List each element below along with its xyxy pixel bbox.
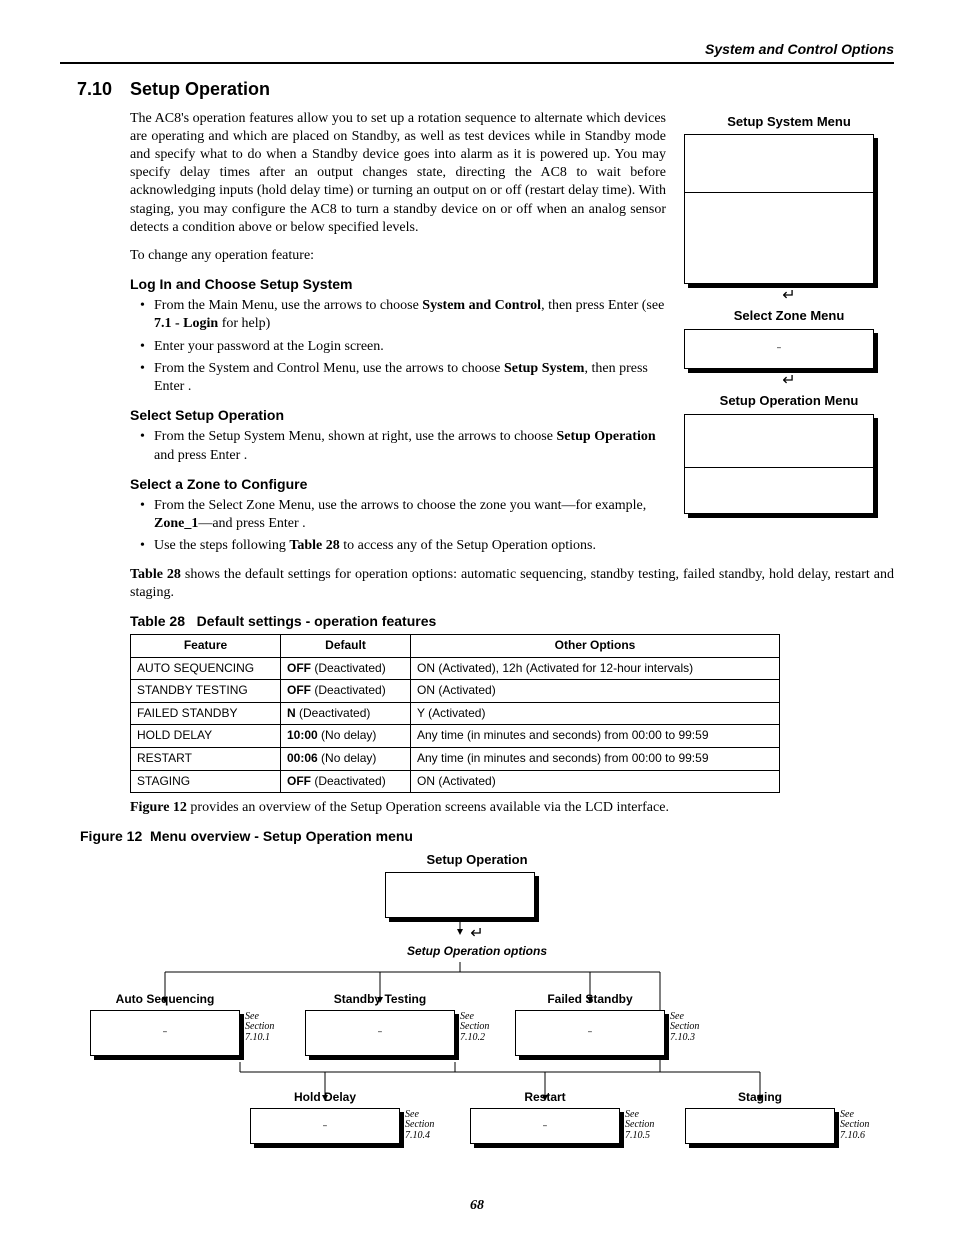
page-number: 68 <box>0 1197 954 1215</box>
th-default: Default <box>281 635 411 658</box>
table-row: STANDBY TESTINGOFF (Deactivated)ON (Acti… <box>131 680 780 703</box>
section-ref: See Section 7.10.5 <box>625 1110 663 1142</box>
flow-box <box>685 1108 835 1144</box>
flow-box: – <box>90 1010 240 1056</box>
select-zone-menu-box: – <box>684 329 874 369</box>
flow-top-box <box>385 872 535 918</box>
setup-system-menu-box <box>684 134 874 284</box>
bullet: From the System and Control Menu, use th… <box>130 360 666 396</box>
bullets-select-setup-op: From the Setup System Menu, shown at rig… <box>130 428 666 464</box>
enter-icon: ↵ <box>684 373 894 389</box>
table-row: AUTO SEQUENCINGOFF (Deactivated)ON (Acti… <box>131 657 780 680</box>
subhead-select-setup-op: Select Setup Operation <box>130 406 666 424</box>
branch-title: Hold Delay <box>250 1090 400 1106</box>
branch-title: Staging <box>685 1090 835 1106</box>
bullets-select-zone: From the Select Zone Menu, use the arrow… <box>130 497 666 556</box>
flow-box: – <box>250 1108 400 1144</box>
change-any-paragraph: To change any operation feature: <box>130 247 666 265</box>
section-ref: See Section 7.10.4 <box>405 1110 443 1142</box>
section-heading: 7.10 Setup Operation <box>60 78 894 101</box>
flow-box: – <box>470 1108 620 1144</box>
table28: Feature Default Other Options AUTO SEQUE… <box>130 634 780 793</box>
enter-icon: ↵ <box>60 924 894 945</box>
table-row: HOLD DELAY10:00 (No delay)Any time (in m… <box>131 725 780 748</box>
setup-system-menu-title: Setup System Menu <box>684 114 894 131</box>
setup-operation-menu-box <box>684 414 874 514</box>
subhead-login: Log In and Choose Setup System <box>130 275 666 293</box>
flow-options-title: Setup Operation options <box>60 944 894 960</box>
running-header: System and Control Options <box>60 40 894 58</box>
th-other: Other Options <box>411 635 780 658</box>
th-feature: Feature <box>131 635 281 658</box>
flow-top-title: Setup Operation <box>60 852 894 869</box>
branch-title: Auto Sequencing <box>90 992 240 1008</box>
subhead-select-zone: Select a Zone to Configure <box>130 475 666 493</box>
figure-lead: Figure 12 provides an overview of the Se… <box>130 799 894 817</box>
bullet: Enter your password at the Login screen. <box>130 338 666 356</box>
branch-title: Standby Testing <box>305 992 455 1008</box>
section-ref: See Section 7.10.1 <box>245 1012 283 1044</box>
table-row: FAILED STANDBYN (Deactivated)Y (Activate… <box>131 702 780 725</box>
select-zone-menu-title: Select Zone Menu <box>684 308 894 325</box>
table28-caption: Table 28 Default settings - operation fe… <box>130 612 894 630</box>
flow-box: – <box>515 1010 665 1056</box>
flow-box: – <box>305 1010 455 1056</box>
bullet: From the Select Zone Menu, use the arrow… <box>130 497 666 533</box>
section-number: 7.10 <box>60 78 112 101</box>
figure12-diagram: Setup Operation ↵ Setup Operation option… <box>60 852 894 1152</box>
intro-paragraph: The AC8's operation features allow you t… <box>130 110 666 237</box>
section-ref: See Section 7.10.6 <box>840 1110 878 1142</box>
section-ref: See Section 7.10.3 <box>670 1012 708 1044</box>
bullet: From the Setup System Menu, shown at rig… <box>130 428 666 464</box>
section-ref: See Section 7.10.2 <box>460 1012 498 1044</box>
branch-title: Restart <box>470 1090 620 1106</box>
section-title: Setup Operation <box>130 78 270 101</box>
setup-operation-menu-title: Setup Operation Menu <box>684 393 894 410</box>
bullet: From the Main Menu, use the arrows to ch… <box>130 297 666 333</box>
header-rule <box>60 62 894 64</box>
figure12-caption: Figure 12 Menu overview - Setup Operatio… <box>80 827 894 845</box>
branch-title: Failed Standby <box>515 992 665 1008</box>
bullet: Use the steps following Table 28 to acce… <box>130 537 666 555</box>
bullets-login: From the Main Menu, use the arrows to ch… <box>130 297 666 396</box>
table-row: STAGINGOFF (Deactivated)ON (Activated) <box>131 770 780 793</box>
table-lead: Table 28 shows the default settings for … <box>130 566 894 602</box>
table-row: RESTART00:06 (No delay)Any time (in minu… <box>131 748 780 771</box>
enter-icon: ↵ <box>684 288 894 304</box>
